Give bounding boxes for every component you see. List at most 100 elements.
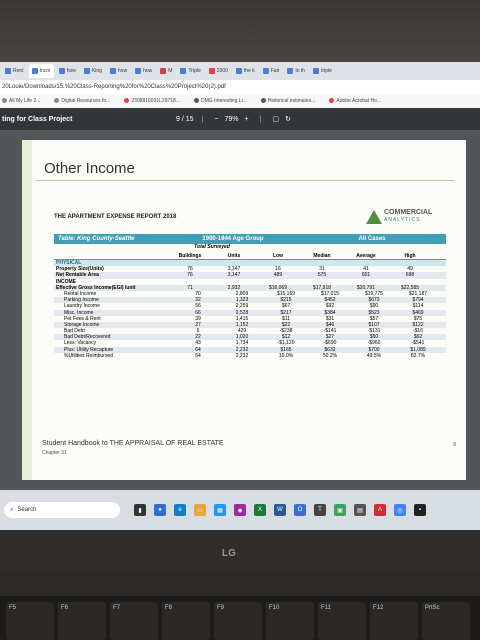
tab-favicon-icon	[287, 68, 294, 74]
bookmark-item[interactable]: Historical estimates...	[260, 98, 316, 104]
acrobat-icon[interactable]: A	[374, 504, 386, 516]
toolbar-divider: |	[201, 115, 204, 123]
expense-report: THE APARTMENT EXPENSE REPORT 2018 COMMER…	[54, 209, 446, 359]
logo-text: COMMERCIAL	[384, 209, 433, 216]
browser-tab[interactable]: Incor	[28, 64, 54, 78]
bookmark-icon	[260, 98, 266, 104]
tab-favicon-icon	[109, 68, 116, 74]
table-header-band: Table: King County-Seattle 1900-1944 Age…	[54, 234, 446, 244]
zoom-in-button[interactable]: +	[241, 116, 251, 123]
word-icon[interactable]: W	[274, 504, 286, 516]
browser-tab[interactable]: the k	[233, 64, 258, 78]
file-explorer-icon[interactable]: ▭	[194, 504, 206, 516]
browser-tab[interactable]: Fair	[260, 64, 283, 78]
search-label: Search	[17, 507, 37, 513]
browser-tab[interactable]: Triple	[177, 64, 203, 78]
taskbar-icons: ▮ ● e ▭ ▦ ◆ X W O T ▣ ▤ A ◎ ▪	[134, 504, 426, 516]
browser-tab[interactable]: triple	[310, 64, 335, 78]
browser-tab[interactable]: how	[132, 64, 155, 78]
browser-tab[interactable]: how	[56, 64, 79, 78]
function-key: F10	[266, 602, 314, 640]
heading-rule	[36, 180, 454, 181]
monitor-bottom-bezel	[0, 530, 480, 570]
tab-favicon-icon	[31, 68, 38, 74]
tab-label: Rent	[13, 68, 24, 74]
fit-page-icon[interactable]: ▢	[269, 115, 282, 123]
rotate-icon[interactable]: ↻	[282, 115, 294, 123]
zoom-app-icon[interactable]: ●	[154, 504, 166, 516]
age-group: 1900-1944 Age Group	[202, 236, 264, 242]
taskbar-search[interactable]: ⌕ Search	[4, 502, 120, 518]
store-icon[interactable]: ▦	[214, 504, 226, 516]
current-page: 9	[176, 115, 180, 123]
function-key: PrtSc	[422, 602, 470, 640]
chrome-icon[interactable]: ◎	[394, 504, 406, 516]
bookmark-item[interactable]: DMG Interesting Li...	[194, 98, 247, 104]
bookmark-label: Digital Resources fo...	[61, 98, 111, 104]
bookmark-icon	[329, 98, 335, 104]
browser-tab[interactable]: Rent	[2, 64, 27, 78]
teams-icon[interactable]: T	[314, 504, 326, 516]
column-header: Median	[313, 253, 331, 259]
column-header: High	[404, 253, 416, 259]
app-icon-4[interactable]: ▪	[414, 504, 426, 516]
tab-label: Triple	[188, 68, 201, 74]
outlook-icon[interactable]: O	[294, 504, 306, 516]
tab-favicon-icon	[313, 68, 320, 74]
task-view-icon[interactable]: ▮	[134, 504, 146, 516]
function-key: F6	[58, 602, 106, 640]
column-headers: Buildings Units Low Median Average High	[54, 251, 446, 260]
edge-icon[interactable]: e	[174, 504, 186, 516]
page-number-input[interactable]: 9 / 15	[176, 116, 194, 123]
tab-favicon-icon	[83, 68, 90, 74]
function-key: F7	[110, 602, 158, 640]
bookmark-icon	[2, 98, 7, 104]
tab-label: triple	[321, 68, 332, 74]
app-icon[interactable]: ◆	[234, 504, 246, 516]
pdf-page: Other Income THE APARTMENT EXPENSE REPOR…	[22, 140, 466, 480]
footer-chapter: Chapter 31	[42, 450, 67, 456]
browser-tab[interactable]: King	[81, 64, 105, 78]
windows-taskbar: ⌕ Search ▮ ● e ▭ ▦ ◆ X W O T ▣ ▤ A ◎ ▪	[0, 490, 480, 530]
browser-tab[interactable]: M	[157, 64, 175, 78]
address-bar[interactable]: 20Louie/Downloads/15.%20Class-Reporting%…	[0, 80, 480, 95]
function-key: F9	[214, 602, 262, 640]
bookmark-item[interactable]: All My Life 2...	[2, 98, 40, 104]
table-region: Table: King County-Seattle	[58, 236, 135, 242]
page-heading: Other Income	[44, 160, 135, 177]
bookmark-icon	[124, 98, 130, 104]
browser-tab[interactable]: how	[107, 64, 130, 78]
total-pages: / 15	[181, 115, 194, 123]
tab-label: how	[117, 68, 128, 74]
bookmark-label: Adobe Acrobat Ho...	[336, 98, 382, 104]
tab-favicon-icon	[235, 68, 242, 74]
table-cell: 50.2%	[322, 352, 338, 359]
tab-label: In th	[295, 68, 306, 74]
browser-tab[interactable]: In th	[284, 64, 308, 78]
bookmark-item[interactable]: 2308816031L29718...	[124, 98, 180, 104]
zoom-out-button[interactable]: −	[211, 116, 221, 123]
function-key: F8	[162, 602, 210, 640]
commercial-analytics-logo: COMMERCIAL ANALYTICS	[366, 208, 446, 230]
table-cell: 64	[195, 352, 201, 359]
app-icon-3[interactable]: ▤	[354, 504, 366, 516]
tab-favicon-icon	[5, 68, 11, 74]
zoom-level[interactable]: 79%	[221, 116, 241, 123]
bookmark-label: Historical estimates...	[267, 98, 316, 104]
app-icon-2[interactable]: ▣	[334, 504, 346, 516]
bookmark-label: 2308816031L29718...	[131, 98, 180, 104]
bookmark-label: All My Life 2...	[9, 98, 41, 104]
pdf-viewer[interactable]: Other Income THE APARTMENT EXPENSE REPOR…	[0, 130, 480, 490]
total-surveyed-label: Total Surveyed	[194, 244, 230, 250]
tab-label: the k	[243, 68, 255, 74]
search-icon: ⌕	[10, 506, 14, 513]
column-header: Buildings	[178, 253, 202, 259]
keyboard-function-row: F5 F6 F7 F8 F9 F10 F11 F12 PrtSc	[0, 596, 480, 640]
bookmarks-bar: All My Life 2... Digital Resources fo... 2…	[0, 94, 480, 109]
browser-tab[interactable]: 2300	[206, 64, 231, 78]
excel-icon[interactable]: X	[254, 504, 266, 516]
bookmark-item[interactable]: Adobe Acrobat Ho...	[329, 98, 381, 104]
bookmark-item[interactable]: Digital Resources fo...	[54, 98, 110, 104]
tab-favicon-icon	[262, 68, 269, 74]
page-number: 9	[453, 442, 456, 448]
